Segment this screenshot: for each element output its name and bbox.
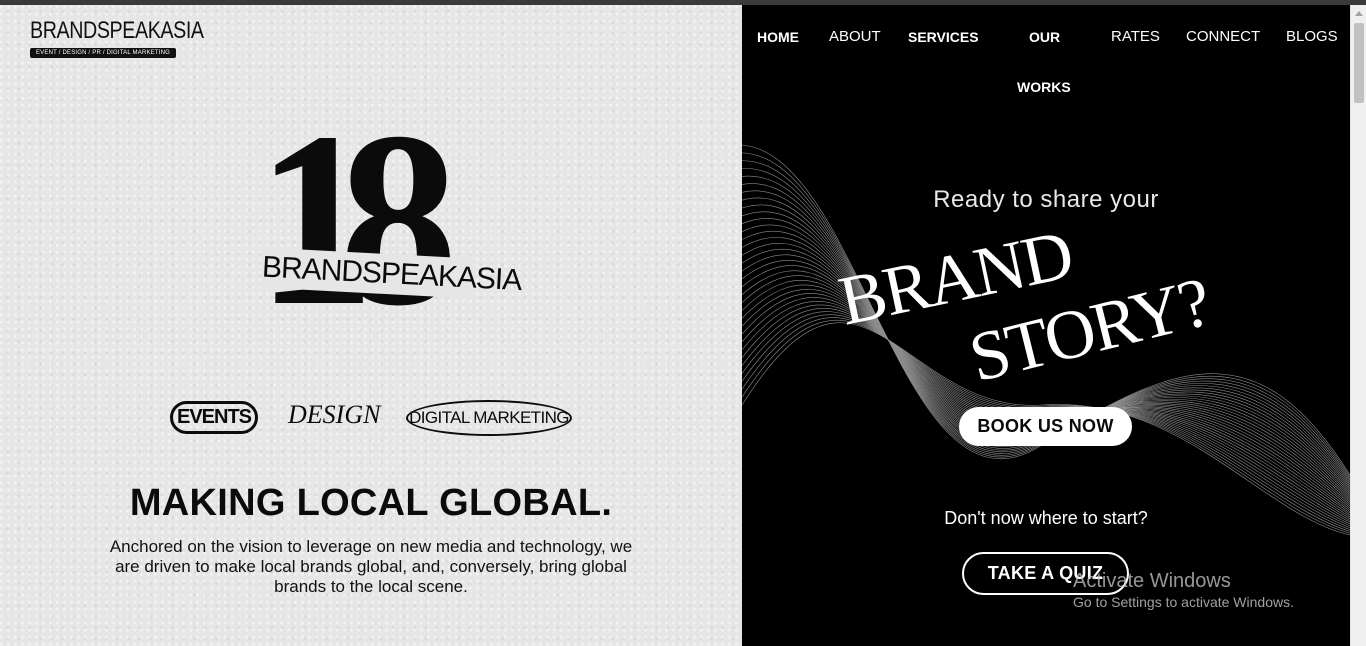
scrollbar-thumb[interactable]: [1354, 23, 1364, 103]
vertical-scrollbar[interactable]: [1350, 5, 1366, 646]
activate-windows-watermark: Activate Windows Go to Settings to activ…: [1073, 569, 1294, 611]
nav-blogs[interactable]: BLOGS: [1286, 28, 1338, 45]
watermark-subtitle: Go to Settings to activate Windows.: [1073, 594, 1294, 610]
events-badge: EVENTS: [170, 401, 258, 434]
site-logo[interactable]: BRANDSPEAKASIA EVENT / DESIGN / PR / DIG…: [30, 17, 204, 58]
nav-our-works-line2[interactable]: WORKS: [1017, 79, 1071, 95]
nav-rates[interactable]: RATES: [1111, 28, 1160, 45]
emblem-number: 18: [256, 81, 457, 358]
scroll-up-arrow-icon[interactable]: [1355, 11, 1363, 16]
hero-intro-text: Ready to share your: [933, 186, 1159, 213]
hero-description: Anchored on the vision to leverage on ne…: [109, 537, 633, 596]
logo-wordmark: BRANDSPEAKASIA: [30, 17, 204, 44]
book-us-now-button[interactable]: BOOK US NOW: [959, 407, 1132, 446]
digital-marketing-badge: DIGITAL MARKETING: [406, 400, 572, 436]
main-navigation: HOME ABOUT SERVICES OUR WORKS RATES CONN…: [742, 0, 1350, 110]
nav-our-works-line1[interactable]: OUR: [1029, 29, 1060, 45]
anniversary-emblem: 18 BRANDSPEAKASIA: [252, 95, 522, 350]
design-badge: DESIGN: [288, 400, 381, 429]
hero-headline: MAKING LOCAL GLOBAL.: [129, 482, 613, 524]
nav-connect[interactable]: CONNECT: [1186, 28, 1260, 45]
nav-home[interactable]: HOME: [757, 29, 799, 45]
start-question: Don't now where to start?: [944, 508, 1148, 528]
nav-services[interactable]: SERVICES: [908, 29, 979, 45]
logo-tagline: EVENT / DESIGN / PR / DIGITAL MARKETING: [30, 48, 176, 58]
nav-about[interactable]: ABOUT: [829, 28, 881, 45]
watermark-title: Activate Windows: [1073, 570, 1231, 592]
